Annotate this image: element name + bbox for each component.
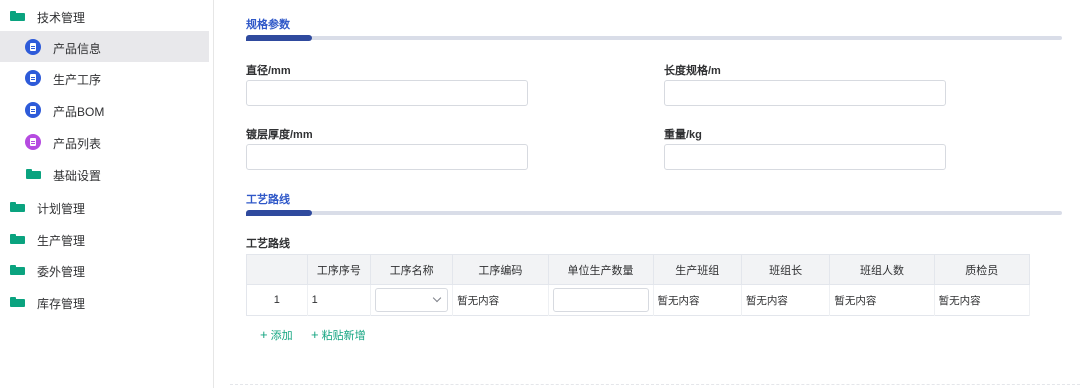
paste-add-button[interactable]: + 粘贴新增 bbox=[311, 327, 366, 343]
plus-icon: + bbox=[311, 327, 319, 342]
coating-thickness-label: 镀层厚度/mm bbox=[246, 129, 313, 141]
spec-section-title: 规格参数 bbox=[246, 19, 290, 31]
folder-icon bbox=[10, 265, 25, 275]
sidebar-item-basic-settings[interactable]: 基础设置 bbox=[0, 158, 209, 189]
sidebar-item-label: 基础设置 bbox=[53, 169, 102, 183]
sidebar-item-label: 技术管理 bbox=[37, 11, 86, 25]
document-icon bbox=[25, 70, 41, 86]
folder-icon bbox=[26, 169, 41, 179]
document-icon bbox=[25, 39, 41, 55]
route-table-label: 工艺路线 bbox=[246, 238, 290, 250]
add-row-button[interactable]: + 添加 bbox=[260, 327, 293, 343]
sidebar-item-label: 产品BOM bbox=[53, 105, 105, 119]
process-code-cell: 暂无内容 bbox=[452, 284, 549, 316]
folder-icon bbox=[10, 297, 25, 307]
route-section-title: 工艺路线 bbox=[246, 194, 290, 206]
sidebar-item-product-bom[interactable]: 产品BOM bbox=[0, 94, 209, 125]
plus-icon: + bbox=[260, 327, 268, 342]
route-section-divider bbox=[246, 210, 1062, 216]
weight-label: 重量/kg bbox=[664, 129, 702, 141]
diameter-input[interactable] bbox=[246, 80, 528, 106]
list-icon bbox=[25, 134, 41, 150]
column-header-index bbox=[246, 254, 308, 285]
sidebar-item-label: 生产管理 bbox=[37, 234, 86, 248]
diameter-label: 直径/mm bbox=[246, 65, 291, 77]
column-header-name: 工序名称 bbox=[370, 254, 454, 285]
process-name-select[interactable] bbox=[375, 288, 449, 312]
weight-input[interactable] bbox=[664, 144, 946, 170]
sidebar-item-plan-management[interactable]: 计划管理 bbox=[0, 191, 209, 222]
sidebar-item-tech-management[interactable]: 技术管理 bbox=[0, 0, 209, 31]
paste-add-label: 粘贴新增 bbox=[321, 330, 366, 342]
chevron-down-icon bbox=[432, 293, 442, 303]
sidebar-item-label: 生产工序 bbox=[53, 73, 102, 87]
sidebar-item-label: 产品列表 bbox=[53, 137, 102, 151]
length-spec-input[interactable] bbox=[664, 80, 946, 106]
column-header-unit-qty: 单位生产数量 bbox=[548, 254, 654, 285]
add-row-label: 添加 bbox=[270, 330, 293, 342]
folder-icon bbox=[10, 234, 25, 244]
length-spec-label: 长度规格/m bbox=[664, 65, 721, 77]
unit-qty-input[interactable] bbox=[552, 288, 649, 312]
bottom-divider bbox=[230, 384, 1080, 385]
process-name-cell[interactable] bbox=[370, 284, 454, 316]
sidebar-item-product-info[interactable]: 产品信息 bbox=[0, 31, 209, 62]
sidebar-item-production-process[interactable]: 生产工序 bbox=[0, 62, 209, 93]
folder-icon bbox=[10, 11, 25, 21]
folder-icon bbox=[10, 202, 25, 212]
leader-cell: 暂无内容 bbox=[741, 284, 831, 316]
row-index: 1 bbox=[246, 284, 308, 316]
column-header-leader: 班组长 bbox=[741, 254, 831, 285]
column-header-team-count: 班组人数 bbox=[829, 254, 935, 285]
process-route-table: 工序序号 工序名称 工序编码 单位生产数量 生产班组 班组长 班组人数 质检员 … bbox=[246, 254, 1031, 316]
column-header-inspector: 质检员 bbox=[934, 254, 1031, 285]
sidebar-item-label: 计划管理 bbox=[37, 202, 86, 216]
sidebar-item-label: 库存管理 bbox=[37, 297, 86, 311]
clipboard-icon bbox=[25, 102, 41, 118]
unit-qty-cell[interactable] bbox=[548, 284, 654, 316]
coating-thickness-input[interactable] bbox=[246, 144, 528, 170]
sidebar-item-inventory-management[interactable]: 库存管理 bbox=[0, 286, 209, 317]
team-count-cell: 暂无内容 bbox=[829, 284, 935, 316]
sidebar-item-product-list[interactable]: 产品列表 bbox=[0, 126, 209, 157]
sidebar-item-label: 委外管理 bbox=[37, 265, 86, 279]
team-cell: 暂无内容 bbox=[653, 284, 742, 316]
sidebar: 技术管理 产品信息 生产工序 产品BOM 产品列表 基础设置 计划管理 生产管理… bbox=[0, 0, 214, 388]
table-row: 1 1 暂无内容 暂无内容 暂无内容 暂无内容 暂无内容 bbox=[246, 284, 1031, 316]
column-header-code: 工序编码 bbox=[452, 254, 549, 285]
table-header-row: 工序序号 工序名称 工序编码 单位生产数量 生产班组 班组长 班组人数 质检员 bbox=[246, 254, 1031, 285]
process-seq-cell[interactable]: 1 bbox=[307, 284, 372, 316]
inspector-cell: 暂无内容 bbox=[934, 284, 1031, 316]
column-header-team: 生产班组 bbox=[653, 254, 742, 285]
sidebar-item-outsourcing-management[interactable]: 委外管理 bbox=[0, 254, 209, 285]
column-header-seq: 工序序号 bbox=[307, 254, 372, 285]
sidebar-item-production-management[interactable]: 生产管理 bbox=[0, 223, 209, 254]
sidebar-item-label: 产品信息 bbox=[53, 42, 102, 56]
spec-section-divider bbox=[246, 35, 1062, 41]
